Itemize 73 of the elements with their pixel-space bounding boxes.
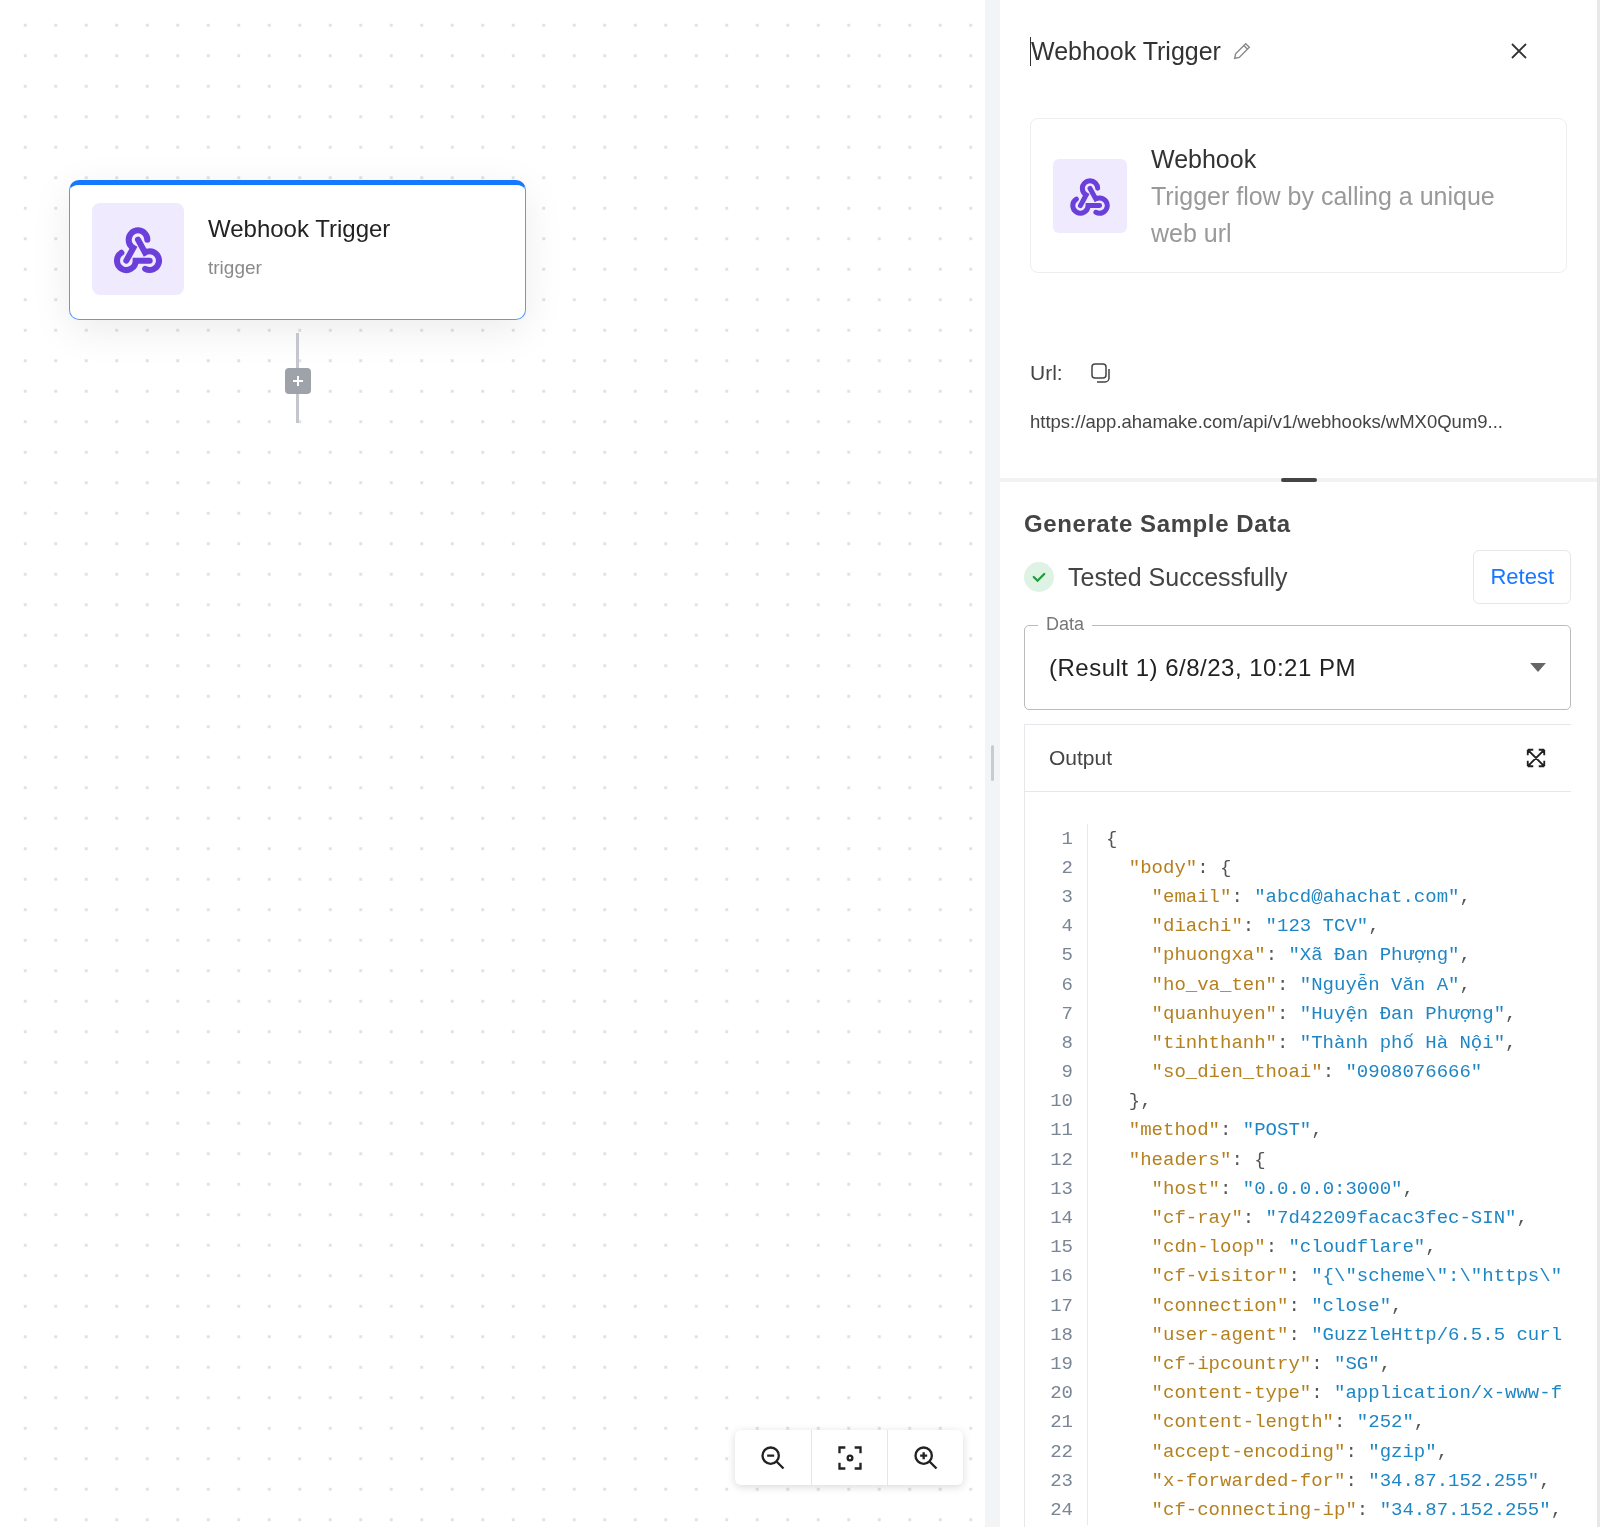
line-number: 4 bbox=[1025, 911, 1088, 941]
code-line: "email": "abcd@ahachat.com", bbox=[1150, 885, 1471, 908]
zoom-out-icon bbox=[759, 1443, 787, 1472]
code-line: "x-forwarded-for": "34.87.152.255", bbox=[1150, 1469, 1551, 1492]
code-line: "cf-visitor": "{\"scheme\":\"https\" bbox=[1150, 1265, 1563, 1288]
node-title: Webhook Trigger bbox=[208, 215, 391, 243]
line-number: 8 bbox=[1025, 1028, 1088, 1058]
select-value: (Result 1) 6/8/23, 10:21 PM bbox=[1049, 653, 1356, 682]
code-line: "content-type": "application/x-www-f bbox=[1150, 1382, 1563, 1405]
code-line: "method": "POST", bbox=[1127, 1119, 1323, 1142]
code-line: "ho_va_ten": "Nguyễn Văn A", bbox=[1150, 973, 1471, 996]
line-number: 18 bbox=[1025, 1320, 1088, 1350]
webhook-icon bbox=[92, 203, 184, 295]
code-line: "diachi": "123 TCV", bbox=[1150, 915, 1380, 938]
code-line: "cdn-loop": "cloudflare", bbox=[1150, 1236, 1437, 1259]
code-line: "body": { bbox=[1127, 856, 1232, 879]
trigger-description: Trigger flow by calling a unique web url bbox=[1151, 181, 1496, 249]
code-line: "tinhthanh": "Thành phố Hà Nội", bbox=[1150, 1031, 1517, 1054]
fit-view-icon bbox=[835, 1443, 864, 1472]
output-title: Output bbox=[1049, 746, 1113, 770]
line-number: 20 bbox=[1025, 1378, 1088, 1408]
line-number: 21 bbox=[1025, 1407, 1088, 1437]
line-number: 2 bbox=[1025, 853, 1088, 883]
webhook-icon bbox=[1053, 159, 1127, 233]
trigger-node[interactable]: Webhook Trigger trigger bbox=[69, 180, 526, 320]
line-number: 7 bbox=[1025, 999, 1088, 1029]
zoom-in-icon bbox=[911, 1443, 940, 1472]
line-number: 19 bbox=[1025, 1349, 1088, 1379]
line-number: 23 bbox=[1025, 1466, 1088, 1496]
line-number: 13 bbox=[1025, 1174, 1088, 1204]
line-number: 14 bbox=[1025, 1203, 1088, 1233]
resize-handle[interactable] bbox=[1280, 478, 1317, 482]
url-label: Url: bbox=[1030, 361, 1063, 385]
line-number: 6 bbox=[1025, 969, 1088, 1000]
panel-title[interactable]: Webhook Trigger bbox=[1030, 36, 1221, 66]
webhook-url: https://app.ahamake.com/api/v1/webhooks/wMX0Qum9... bbox=[1030, 411, 1504, 433]
retest-button[interactable]: Retest bbox=[1473, 550, 1571, 604]
line-number: 9 bbox=[1025, 1057, 1088, 1087]
code-line: "host": "0.0.0.0:3000", bbox=[1150, 1177, 1414, 1200]
code-line: "headers": { bbox=[1127, 1148, 1266, 1171]
copy-icon[interactable] bbox=[1088, 361, 1113, 385]
resize-handle[interactable] bbox=[991, 745, 994, 781]
code-line: { bbox=[1106, 827, 1118, 850]
plus-icon bbox=[292, 375, 304, 387]
code-line: "cf-ray": "7d42209facac3fec-SIN", bbox=[1150, 1207, 1528, 1230]
code-line: "content-length": "252", bbox=[1150, 1411, 1426, 1434]
code-line: "cf-connecting-ip": "34.87.152.255", bbox=[1150, 1498, 1563, 1521]
caret-icon bbox=[1530, 663, 1546, 672]
line-number: 17 bbox=[1025, 1291, 1088, 1321]
code-line: "connection": "close", bbox=[1150, 1294, 1403, 1317]
line-number: 22 bbox=[1025, 1436, 1088, 1467]
test-status: Tested Successfully bbox=[1068, 562, 1288, 592]
code-line: }, bbox=[1127, 1090, 1152, 1113]
code-line: "accept-encoding": "gzip", bbox=[1150, 1440, 1449, 1463]
line-number: 1 bbox=[1025, 824, 1088, 854]
section-heading: Generate Sample Data bbox=[1024, 510, 1292, 538]
code-line: "phuongxa": "Xã Đan Phượng", bbox=[1150, 944, 1471, 967]
code-line: "quanhuyen": "Huyện Đan Phượng", bbox=[1150, 1002, 1517, 1025]
line-number: 5 bbox=[1025, 940, 1088, 970]
line-number: 10 bbox=[1025, 1086, 1088, 1116]
line-number: 15 bbox=[1025, 1232, 1088, 1262]
trigger-name: Webhook bbox=[1151, 144, 1258, 175]
code-line: "user-agent": "GuzzleHttp/6.5.5 curl bbox=[1150, 1323, 1563, 1346]
line-number: 24 bbox=[1025, 1495, 1088, 1525]
node-type: trigger bbox=[208, 257, 263, 279]
code-line: "so_dien_thoai": "0908076666" bbox=[1150, 1061, 1483, 1084]
line-number: 12 bbox=[1025, 1145, 1088, 1175]
code-line: "cf-ipcountry": "SG", bbox=[1150, 1352, 1392, 1375]
expand-icon[interactable] bbox=[1525, 747, 1547, 769]
line-number: 11 bbox=[1025, 1115, 1088, 1146]
line-number: 3 bbox=[1025, 882, 1088, 912]
line-number: 16 bbox=[1025, 1261, 1088, 1291]
success-check-icon bbox=[1024, 562, 1054, 592]
